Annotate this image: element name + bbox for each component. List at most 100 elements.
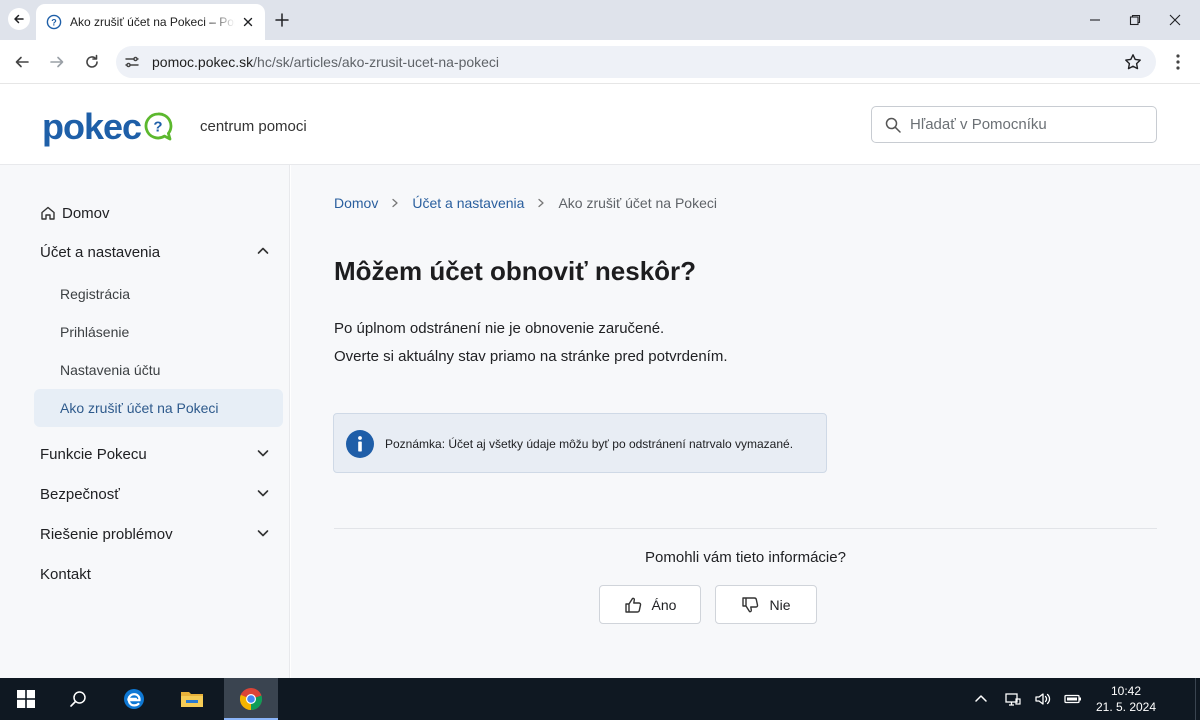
sidebar-group-label: Účet a nastavenia [40, 243, 161, 261]
help-search [871, 106, 1157, 143]
sidebar-group-label: Bezpečnosť [40, 485, 120, 503]
url-path: /hc/sk/articles/ako-zrusit-ucet-na-pokec… [253, 54, 500, 70]
url-text: pomoc.pokec.sk/hc/sk/articles/ako-zrusit… [152, 54, 499, 70]
chrome-icon [239, 688, 263, 711]
network-icon[interactable] [1004, 690, 1022, 708]
article-paragraph: Po úplnom odstránení nie je obnovenie za… [334, 320, 665, 337]
page-title: Môžem účet obnoviť neskôr? [334, 256, 697, 286]
svg-text:?: ? [153, 119, 162, 136]
taskbar-chrome[interactable] [224, 678, 278, 720]
forward-button[interactable] [45, 50, 69, 74]
logo-text: pokec [42, 106, 142, 147]
chevron-right-icon [536, 198, 546, 208]
star-icon[interactable] [1124, 53, 1142, 71]
info-icon [346, 430, 374, 458]
sidebar-item-label: Domov [62, 204, 110, 222]
chevron-down-icon [257, 530, 269, 537]
home-icon [41, 206, 55, 220]
tune-icon[interactable] [124, 54, 140, 70]
close-icon [1169, 14, 1181, 26]
show-desktop-button[interactable] [1195, 678, 1200, 720]
sidebar-item-registracia[interactable]: Registrácia [60, 286, 130, 302]
sidebar-item-ako-zrusit-ucet[interactable]: Ako zrušiť účet na Pokeci [34, 389, 283, 427]
thumbs-down-icon [742, 596, 759, 612]
browser-tab-strip: ? Ako zrušiť účet na Pokeci – Pomoc [0, 0, 1200, 40]
sidebar: Domov Účet a nastavenia Registrácia Prih… [0, 165, 290, 678]
chevron-down-icon [257, 490, 269, 497]
note-text: Poznámka: Účet aj všetky údaje môžu byť … [385, 437, 794, 451]
restore-icon [1129, 14, 1141, 26]
breadcrumb: Domov Účet a nastavenia Ako zrušiť účet … [334, 195, 717, 211]
battery-icon[interactable] [1064, 690, 1082, 708]
search-icon [70, 691, 86, 707]
sidebar-item-prihlasenie[interactable]: Prihlásenie [60, 324, 129, 340]
taskbar-edge[interactable] [110, 678, 158, 720]
arrow-right-icon [50, 56, 64, 68]
chevron-right-icon [390, 198, 400, 208]
sidebar-item-label: Ako zrušiť účet na Pokeci [60, 400, 219, 416]
sidebar-group-riesenie[interactable]: Riešenie problémov [40, 523, 280, 545]
back-button[interactable] [10, 50, 34, 74]
sidebar-group-label: Funkcie Pokecu [40, 445, 147, 463]
breadcrumb-current: Ako zrušiť účet na Pokeci [558, 195, 717, 211]
tab-title: Ako zrušiť účet na Pokeci – Pomoc [70, 15, 235, 29]
folder-icon [181, 692, 203, 707]
reload-icon [86, 54, 98, 68]
clock-time: 10:42 [1110, 684, 1142, 698]
svg-text:?: ? [51, 17, 57, 27]
minimize-icon [1090, 19, 1100, 21]
taskbar: 10:42 21. 5. 2024 [0, 678, 1200, 720]
arrow-left-icon [15, 56, 29, 68]
info-note: Poznámka: Účet aj všetky údaje môžu byť … [333, 413, 827, 473]
search-input[interactable] [910, 107, 1150, 142]
article-paragraph: Overte si aktuálny stav priamo na stránk… [334, 348, 728, 365]
help-bubble-icon: ? [144, 112, 173, 141]
plus-icon [275, 13, 289, 27]
sidebar-group-bezpecnost[interactable]: Bezpečnosť [40, 483, 280, 505]
feedback-yes-label: Áno [651, 596, 677, 613]
taskbar-search-button[interactable] [54, 678, 102, 720]
sidebar-item-kontakt[interactable]: Kontakt [40, 563, 91, 585]
sidebar-item-label: Kontakt [40, 565, 91, 583]
browser-tab[interactable]: ? Ako zrušiť účet na Pokeci – Pomoc [36, 4, 265, 40]
taskbar-clock[interactable]: 10:42 21. 5. 2024 [1088, 683, 1164, 715]
pokec-logo[interactable]: pokec ? [42, 107, 173, 147]
feedback-no-label: Nie [769, 596, 791, 613]
tab-search-button[interactable] [8, 8, 30, 30]
sidebar-item-home[interactable]: Domov [40, 202, 110, 224]
restore-button[interactable] [1122, 8, 1148, 32]
address-bar[interactable]: pomoc.pokec.sk/hc/sk/articles/ako-zrusit… [116, 46, 1156, 78]
tab-close-button[interactable] [239, 13, 257, 31]
url-host: pomoc.pokec.sk [152, 54, 254, 70]
chevron-down-icon [257, 450, 269, 457]
volume-icon[interactable] [1034, 690, 1052, 708]
breadcrumb-account[interactable]: Účet a nastavenia [412, 195, 524, 211]
start-button[interactable] [2, 678, 50, 720]
edge-icon [124, 689, 144, 709]
chevron-up-icon [257, 247, 269, 254]
browser-toolbar: pomoc.pokec.sk/hc/sk/articles/ako-zrusit… [0, 40, 1200, 84]
new-tab-button[interactable] [272, 10, 292, 30]
browser-menu-button[interactable] [1168, 50, 1188, 74]
sidebar-group-account[interactable]: Účet a nastavenia [40, 241, 280, 263]
thumbs-up-icon [624, 597, 641, 613]
back-icon [14, 14, 24, 24]
more-icon [1176, 54, 1180, 70]
close-window-button[interactable] [1162, 8, 1188, 32]
divider [334, 528, 1157, 529]
reload-button[interactable] [80, 50, 104, 74]
taskbar-file-explorer[interactable] [168, 678, 216, 720]
breadcrumb-home[interactable]: Domov [334, 195, 378, 211]
sidebar-item-nastavenia-uctu[interactable]: Nastavenia účtu [60, 362, 160, 378]
chevron-up-icon[interactable] [972, 690, 990, 708]
sidebar-group-funkcie[interactable]: Funkcie Pokecu [40, 443, 280, 465]
feedback-no-button[interactable]: Nie [715, 585, 817, 624]
close-icon [243, 17, 253, 27]
clock-date: 21. 5. 2024 [1095, 700, 1157, 714]
site-header: pokec ? centrum pomoci [0, 85, 1200, 165]
article-main: Domov Účet a nastavenia Ako zrušiť účet … [291, 165, 1200, 678]
minimize-button[interactable] [1082, 8, 1108, 32]
feedback-question: Pomohli vám tieto informácie? [645, 549, 846, 566]
feedback-yes-button[interactable]: Áno [599, 585, 701, 624]
windows-icon [17, 690, 35, 708]
